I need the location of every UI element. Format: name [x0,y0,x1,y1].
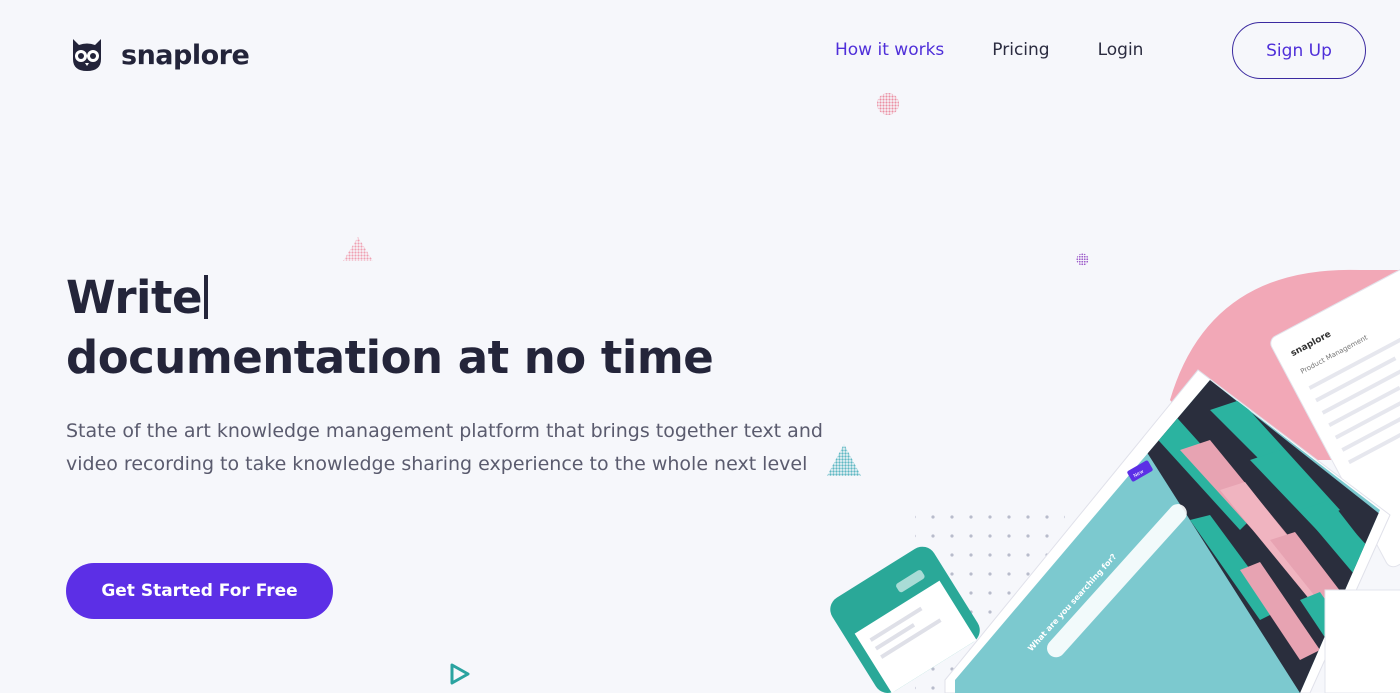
teal-outline-triangle-decoration [450,663,470,685]
typed-word-highlight: Write [66,268,208,328]
signup-button[interactable]: Sign Up [1232,22,1366,79]
side-document [1324,589,1400,693]
hero-subtext: State of the art knowledge management pl… [66,420,823,475]
nav-pricing[interactable]: Pricing [992,38,1049,62]
landing-page: snaplore How it works Pricing Login Sign… [0,0,1400,693]
hero-illustration: snaplore Product Management What are you… [830,262,1400,693]
text-cursor [204,275,208,319]
brand-name: snaplore [121,39,250,71]
nav-how-it-works[interactable]: How it works [835,38,944,62]
main-nav: How it works Pricing Login [835,38,1143,62]
pink-triangle-decoration [343,237,373,261]
owl-icon [73,39,101,71]
brand-logo[interactable]: snaplore [67,35,250,75]
pink-dot-decoration [877,93,899,115]
get-started-button[interactable]: Get Started For Free [66,563,333,619]
headline-rest: documentation at no time [66,331,714,384]
typed-word: Write [66,271,203,324]
hero-headline: Write documentation at no time [66,268,714,388]
nav-login[interactable]: Login [1098,38,1144,62]
